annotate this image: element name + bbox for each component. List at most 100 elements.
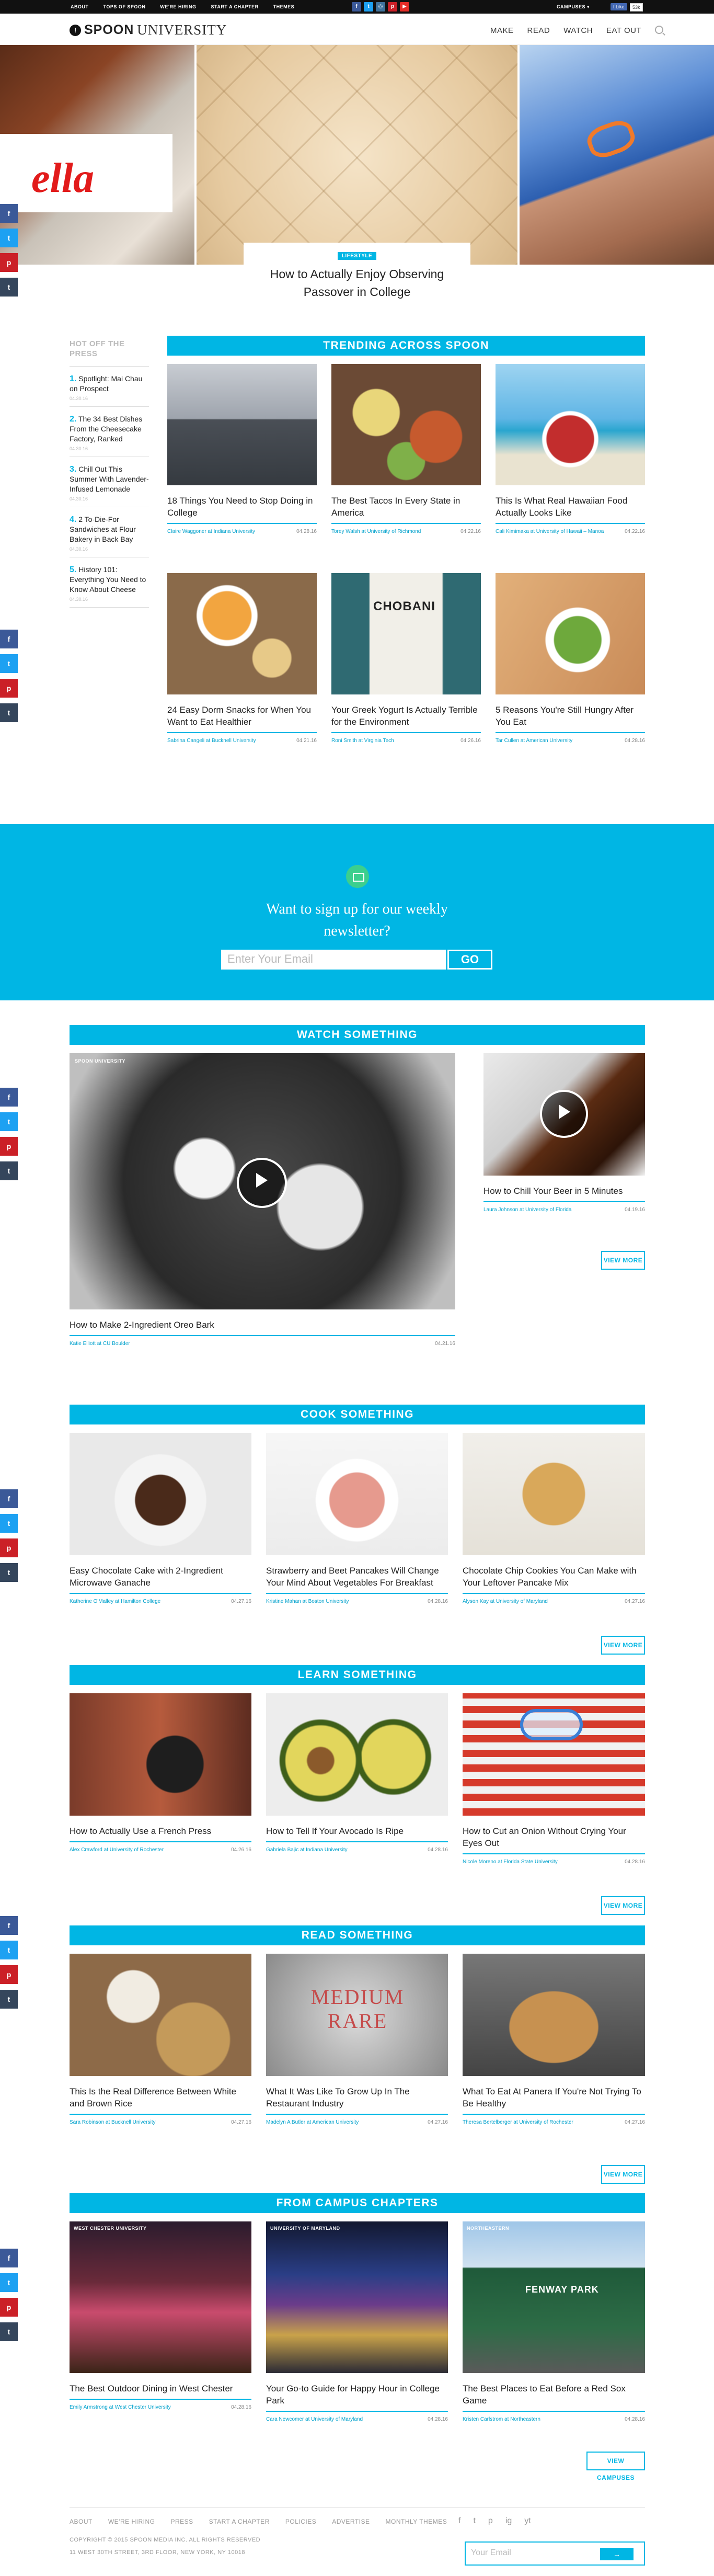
hot-off-item[interactable]: 1. Spotlight: Mai Chau on Prospect 04.30… — [70, 367, 149, 407]
article-card[interactable]: MEDIUM RARE What It Was Like To Grow Up … — [266, 1954, 448, 2126]
article-author[interactable]: Kristine Mahan at Boston University — [266, 1598, 349, 1605]
campus-card[interactable]: NORTHEASTERN FENWAY PARK The Best Places… — [463, 2221, 645, 2423]
share-tumblr-icon[interactable]: t — [0, 2322, 18, 2341]
share-pinterest-icon[interactable]: p — [0, 679, 18, 698]
hot-off-title[interactable]: Spotlight: Mai Chau on Prospect — [70, 374, 142, 393]
article-author[interactable]: Theresa Bertelberger at University of Ro… — [463, 2119, 573, 2126]
hot-off-title[interactable]: The 34 Best Dishes From the Cheesecake F… — [70, 415, 142, 443]
pinterest-icon[interactable]: p — [388, 2, 397, 12]
share-twitter-icon[interactable]: t — [0, 1941, 18, 1959]
article-title[interactable]: What It Was Like To Grow Up In The Resta… — [266, 2085, 448, 2110]
top-link-hiring[interactable]: WE'RE HIRING — [160, 4, 196, 9]
footer-email-placeholder[interactable]: Your Email — [471, 2548, 511, 2557]
top-link-themes[interactable]: THEMES — [273, 4, 295, 9]
article-title[interactable]: What To Eat At Panera If You're Not Tryi… — [463, 2085, 645, 2110]
article-image[interactable] — [167, 573, 317, 694]
campus-card[interactable]: UNIVERSITY OF MARYLAND Your Go-to Guide … — [266, 2221, 448, 2423]
article-card[interactable]: 18 Things You Need to Stop Doing in Coll… — [167, 364, 317, 535]
article-image[interactable] — [463, 1693, 645, 1816]
footer-pinterest-icon[interactable]: p — [488, 2516, 493, 2526]
nav-eat-out[interactable]: EAT OUT — [606, 26, 641, 35]
campuses-dropdown[interactable]: CAMPUSES ▾ — [557, 4, 590, 10]
share-facebook-icon[interactable]: f — [0, 204, 18, 223]
share-tumblr-icon[interactable]: t — [0, 1990, 18, 2009]
hot-off-item[interactable]: 4. 2 To-Die-For Sandwiches at Flour Bake… — [70, 507, 149, 557]
share-pinterest-icon[interactable]: p — [0, 253, 18, 272]
article-card[interactable]: The Best Tacos In Every State in America… — [331, 364, 481, 535]
video-card[interactable]: SPOON UNIVERSITY How to Make 2-Ingredien… — [70, 1053, 455, 1347]
article-title[interactable]: Your Go-to Guide for Happy Hour in Colle… — [266, 2383, 448, 2407]
hero-image-nutella[interactable]: ella — [0, 45, 194, 265]
article-card[interactable]: 24 Easy Dorm Snacks for When You Want to… — [167, 573, 317, 744]
instagram-icon[interactable]: ◎ — [376, 2, 385, 12]
play-icon[interactable] — [540, 1090, 588, 1138]
video-thumbnail[interactable] — [483, 1053, 645, 1176]
article-author[interactable]: Cali Kimimaka at University of Hawaii – … — [496, 528, 604, 535]
hot-off-title[interactable]: Chill Out This Summer With Lavender-Infu… — [70, 465, 149, 493]
article-image[interactable] — [331, 364, 481, 485]
spoon-logo[interactable]: ! SPOON UNIVERSITY — [70, 22, 227, 38]
share-pinterest-icon[interactable]: p — [0, 1965, 18, 1984]
cook-view-more-button[interactable]: VIEW MORE — [601, 1636, 645, 1655]
article-image[interactable] — [496, 364, 645, 485]
article-image[interactable] — [70, 1693, 251, 1816]
article-title[interactable]: Strawberry and Beet Pancakes Will Change… — [266, 1565, 448, 1589]
article-title[interactable]: 24 Easy Dorm Snacks for When You Want to… — [167, 704, 317, 728]
nav-make[interactable]: MAKE — [490, 26, 514, 35]
view-campuses-button[interactable]: VIEW CAMPUSES — [586, 2452, 645, 2481]
article-image[interactable]: UNIVERSITY OF MARYLAND — [266, 2221, 448, 2373]
nav-read[interactable]: READ — [527, 26, 550, 35]
share-pinterest-icon[interactable]: p — [0, 2298, 18, 2317]
share-twitter-icon[interactable]: t — [0, 229, 18, 247]
article-author[interactable]: Roni Smith at Virginia Tech — [331, 737, 394, 744]
share-pinterest-icon[interactable]: p — [0, 1137, 18, 1156]
hot-off-title[interactable]: History 101: Everything You Need to Know… — [70, 565, 146, 594]
article-author[interactable]: Tar Cullen at American University — [496, 737, 572, 744]
video-card[interactable]: How to Chill Your Beer in 5 Minutes Laur… — [483, 1053, 645, 1213]
article-title[interactable]: Easy Chocolate Cake with 2-Ingredient Mi… — [70, 1565, 251, 1589]
top-link-about[interactable]: ABOUT — [71, 4, 89, 9]
article-card[interactable]: What To Eat At Panera If You're Not Tryi… — [463, 1954, 645, 2126]
article-card[interactable]: This Is the Real Difference Between Whit… — [70, 1954, 251, 2126]
article-title[interactable]: 18 Things You Need to Stop Doing in Coll… — [167, 495, 317, 519]
footer-youtube-icon[interactable]: yt — [524, 2516, 531, 2526]
article-card[interactable]: Strawberry and Beet Pancakes Will Change… — [266, 1433, 448, 1605]
article-image[interactable] — [266, 1693, 448, 1816]
article-author[interactable]: Madelyn A Butler at American University — [266, 2119, 359, 2126]
article-card[interactable]: This Is What Real Hawaiian Food Actually… — [496, 364, 645, 535]
article-image[interactable] — [496, 573, 645, 694]
campus-card[interactable]: WEST CHESTER UNIVERSITY The Best Outdoor… — [70, 2221, 251, 2411]
article-author[interactable]: Katherine O'Malley at Hamilton College — [70, 1598, 160, 1605]
share-tumblr-icon[interactable]: t — [0, 278, 18, 297]
article-image[interactable]: MEDIUM RARE — [266, 1954, 448, 2076]
share-tumblr-icon[interactable]: t — [0, 1161, 18, 1180]
footer-link-press[interactable]: PRESS — [170, 2518, 193, 2525]
share-tumblr-icon[interactable]: t — [0, 1563, 18, 1582]
article-card[interactable]: Chocolate Chip Cookies You Can Make with… — [463, 1433, 645, 1605]
learn-view-more-button[interactable]: VIEW MORE — [601, 1896, 645, 1915]
article-title[interactable]: 5 Reasons You're Still Hungry After You … — [496, 704, 645, 728]
top-link-tops[interactable]: TOPS OF SPOON — [103, 4, 146, 9]
read-view-more-button[interactable]: VIEW MORE — [601, 2165, 645, 2184]
video-author[interactable]: Katie Elliott at CU Boulder — [70, 1340, 130, 1347]
article-author[interactable]: Torey Walsh at University of Richmond — [331, 528, 421, 535]
newsletter-go-button[interactable]: GO — [447, 950, 492, 970]
facebook-icon[interactable]: f — [352, 2, 361, 12]
play-icon[interactable] — [237, 1158, 287, 1208]
article-card[interactable]: Easy Chocolate Cake with 2-Ingredient Mi… — [70, 1433, 251, 1605]
article-author[interactable]: Sabrina Cangeli at Bucknell University — [167, 737, 256, 744]
article-title[interactable]: Chocolate Chip Cookies You Can Make with… — [463, 1565, 645, 1589]
article-image[interactable] — [463, 1954, 645, 2076]
twitter-icon[interactable]: t — [364, 2, 373, 12]
article-image[interactable] — [167, 364, 317, 485]
facebook-like-button[interactable]: f Like — [611, 3, 627, 10]
footer-twitter-icon[interactable]: t — [473, 2516, 475, 2526]
hot-off-title[interactable]: 2 To-Die-For Sandwiches at Flour Bakery … — [70, 515, 136, 543]
video-title[interactable]: How to Chill Your Beer in 5 Minutes — [483, 1185, 645, 1197]
article-title[interactable]: How to Actually Use a French Press — [70, 1825, 251, 1837]
footer-instagram-icon[interactable]: ig — [505, 2516, 512, 2526]
article-author[interactable]: Kristen Carlstrom at Northeastern — [463, 2416, 540, 2423]
footer-email-submit-button[interactable]: → — [600, 2548, 634, 2560]
share-tumblr-icon[interactable]: t — [0, 703, 18, 722]
share-twitter-icon[interactable]: t — [0, 1112, 18, 1131]
